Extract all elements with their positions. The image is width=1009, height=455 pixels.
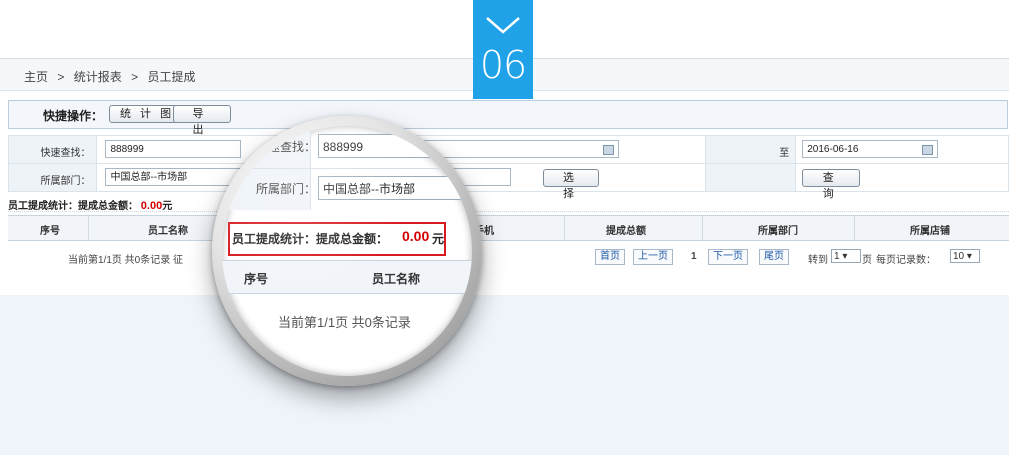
magnified-content: 观 15-03-01 快速查找： 888999 所属部门： 中国总部--市场部 …: [222, 126, 472, 376]
summary-row: 员工提成统计：提成总金额： 0.00元: [8, 197, 1009, 212]
step-tab: 06: [473, 0, 533, 99]
column-divider: [88, 216, 89, 240]
step-number: 06: [479, 43, 527, 87]
column-store: 所属店铺: [910, 226, 950, 237]
magnified-dept-label: 所属部门：: [256, 182, 317, 196]
magnified-search-input: 888999: [318, 134, 472, 158]
calendar-icon[interactable]: [922, 145, 934, 155]
date-to-input[interactable]: 2016-06-16: [802, 140, 939, 158]
column-divider: [702, 216, 703, 240]
per-page-label: 每页记录数：: [876, 255, 936, 266]
breadcrumb-reports[interactable]: 统计报表: [74, 70, 122, 84]
column-employee-name: 员工名称: [148, 226, 188, 237]
breadcrumb-separator: >: [131, 70, 139, 84]
pager-status: 当前第1/1页 共0条记录 征: [68, 255, 184, 266]
magnified-pager-status: 当前第1/1页 共0条记录: [278, 315, 411, 330]
column-department: 所属部门: [758, 226, 798, 237]
goto-page-select[interactable]: 1 ▾: [831, 249, 861, 263]
export-button[interactable]: 导 出: [173, 105, 231, 136]
summary-amount: 0.00: [140, 200, 163, 212]
chevron-down-icon: [486, 17, 520, 34]
quick-actions-bar: 快捷操作： 统 计 图 导 出: [8, 100, 1008, 136]
table-header: 序号 员工名称 工手机 提成总额 所属部门 所属店铺: [8, 215, 1009, 241]
date-to-value: 2016-06-16: [807, 144, 859, 155]
prev-page-button[interactable]: 上一页: [633, 249, 673, 265]
dept-label: 所属部门：: [40, 176, 91, 187]
goto-label: 转到: [808, 255, 828, 266]
column-divider: [564, 216, 565, 240]
column-total-commission: 提成总额: [606, 226, 646, 237]
summary-unit: 元: [162, 201, 173, 212]
first-page-button[interactable]: 首页: [595, 249, 625, 265]
last-page-button[interactable]: 尾页: [759, 249, 789, 265]
breadcrumb-home[interactable]: 主页: [24, 70, 48, 84]
filter-form: 快速查找： 888999 15-03-01 至 2016-06-16 所属部门：…: [7, 135, 1009, 200]
breadcrumb: 主页 > 统计报表 > 员工提成: [24, 68, 201, 85]
page-unit: 页: [862, 255, 872, 266]
magnified-summary-amount: 0.00: [402, 228, 430, 244]
magnified-summary-label: 员工提成统计：提成总金额：: [232, 232, 389, 246]
magnified-summary-unit: 元: [432, 232, 445, 246]
column-divider: [854, 216, 855, 240]
page-background: [0, 294, 1009, 455]
magnifier-lens: 观 15-03-01 快速查找： 888999 所属部门： 中国总部--市场部 …: [222, 126, 472, 376]
magnified-column-index: 序号: [244, 272, 269, 286]
magnified-dept-input: 中国总部--市场部: [318, 176, 472, 200]
query-button[interactable]: 查 询: [802, 169, 861, 200]
search-label: 快速查找：: [40, 148, 91, 159]
breadcrumb-current: 员工提成: [147, 70, 196, 84]
quick-actions-label: 快捷操作：: [43, 109, 104, 123]
summary-label: 员工提成统计：提成总金额：: [8, 201, 138, 212]
magnified-column-name: 员工名称: [372, 272, 421, 286]
magnified-search-label: 快速查找：: [256, 140, 317, 154]
date-to-label: 至: [779, 148, 790, 159]
per-page-select[interactable]: 10 ▾: [950, 249, 980, 263]
column-index: 序号: [40, 226, 60, 237]
next-page-button[interactable]: 下一页: [708, 249, 748, 265]
calendar-icon[interactable]: [602, 145, 614, 155]
current-page: 1: [691, 251, 697, 262]
breadcrumb-separator: >: [57, 70, 65, 84]
choose-button[interactable]: 选 择: [542, 169, 599, 200]
